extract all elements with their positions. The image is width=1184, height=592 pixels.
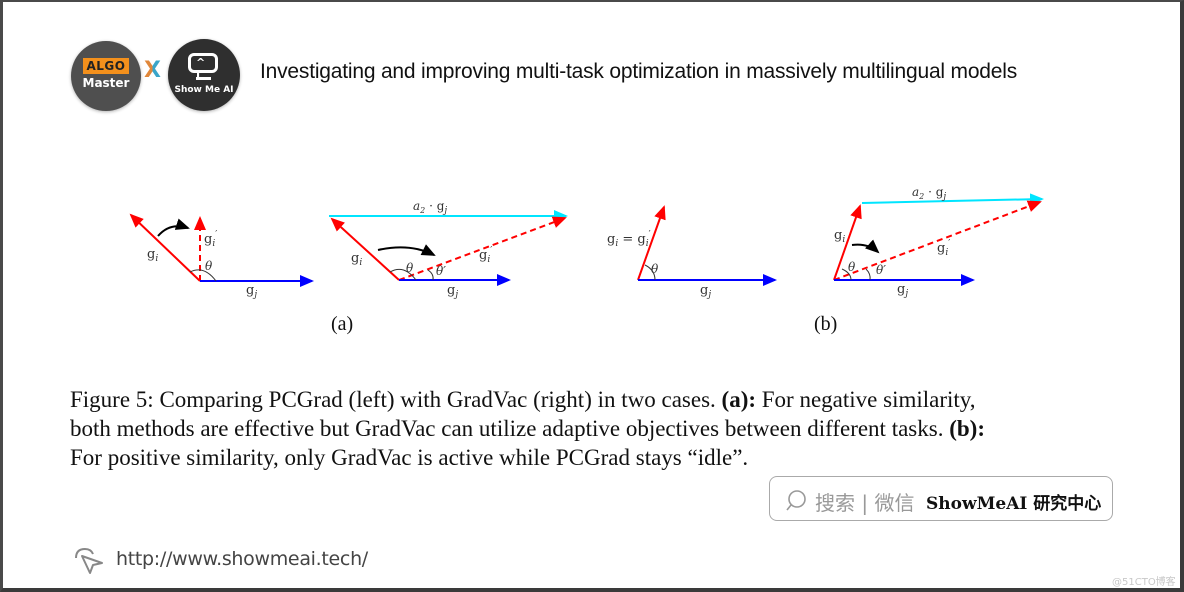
rotation-arrow — [157, 218, 190, 237]
wechat-search-box[interactable]: 搜索 | 微信 ShowMeAI 研究中心 — [769, 476, 1113, 521]
angle-arc-theta-prime — [865, 268, 871, 281]
label-theta: θ — [848, 260, 856, 274]
vector-gi — [129, 213, 201, 282]
label-gi: gi — [834, 228, 845, 245]
label-gi-prime: gi′ — [204, 230, 217, 249]
vector-a2-gj — [861, 193, 1044, 206]
panel-b-pcgrad: gi = gi′ θ gj — [607, 205, 777, 300]
label-gi: gi — [351, 251, 362, 268]
label-gj: gj — [246, 283, 257, 300]
label-a2-gj: a2 · gj — [413, 199, 447, 216]
figure-caption: Figure 5: Comparing PCGrad (left) with G… — [70, 385, 1130, 472]
watermark: @51CTO博客 — [1112, 577, 1176, 588]
label-theta: θ — [406, 261, 414, 275]
search-hint: 搜索 | 微信 — [815, 491, 915, 515]
label-theta: θ — [205, 259, 213, 273]
label-theta-prime: θ′ — [876, 263, 886, 277]
footer-url[interactable]: http://www.showmeai.tech/ — [116, 548, 368, 570]
panel-a-pcgrad: gi gi′ θ gj — [129, 213, 314, 300]
caption-line-1: Figure 5: Comparing PCGrad (left) with G… — [70, 387, 976, 412]
panel-b-gradvac: a2 · gj gi gi′ θ θ′ gj — [833, 185, 1044, 299]
label-gj: gj — [700, 283, 711, 300]
caption-line-3: For positive similarity, only GradVac is… — [70, 445, 749, 470]
label-gi-prime: gi′ — [479, 246, 492, 265]
rotation-arrow — [851, 239, 880, 254]
search-icon — [786, 490, 806, 511]
label-gj: gj — [447, 283, 458, 300]
angle-arc-theta-prime — [427, 269, 434, 281]
subfigure-label-b: (b) — [814, 313, 838, 335]
search-brand: ShowMeAI 研究中心 — [926, 494, 1102, 514]
label-theta-prime: θ′ — [436, 264, 446, 278]
label-a2-gj: a2 · gj — [912, 185, 946, 202]
panel-a-gradvac: a2 · gj gi gi′ θ θ′ gj — [329, 199, 568, 300]
subfigure-label-a: (a) — [331, 313, 354, 335]
label-gi-prime: gi′ — [937, 239, 950, 258]
label-gj: gj — [897, 282, 908, 299]
vector-gi — [330, 217, 400, 281]
label-theta: θ — [651, 262, 659, 276]
vector-gi — [833, 204, 862, 281]
cursor-click-icon — [75, 547, 103, 574]
rotation-arrow — [377, 244, 436, 256]
label-gi: gi — [147, 247, 158, 264]
label-gi-eq-gi-prime: gi = gi′ — [607, 230, 651, 249]
caption-line-2: both methods are effective but GradVac c… — [70, 416, 985, 441]
